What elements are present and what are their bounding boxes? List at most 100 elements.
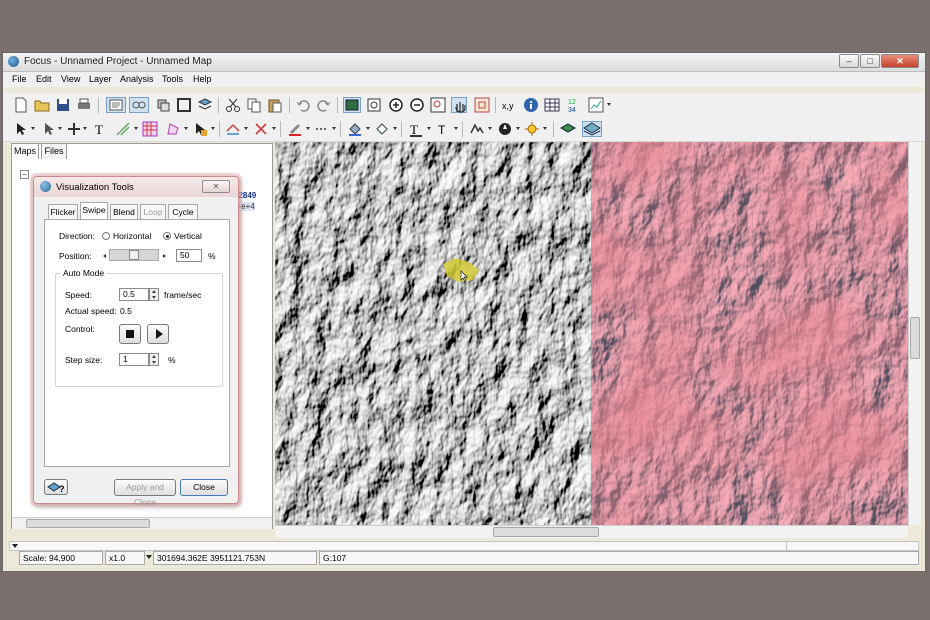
menu-analysis[interactable]: Analysis xyxy=(120,74,154,84)
vertical-radio[interactable] xyxy=(163,232,171,240)
font-tool-icon[interactable]: T xyxy=(408,121,424,137)
tab-blend[interactable]: Blend xyxy=(110,204,138,220)
fill-arrow-dropdown[interactable] xyxy=(211,127,215,130)
line-color-dropdown[interactable] xyxy=(306,127,310,130)
move-icon[interactable] xyxy=(66,121,82,137)
tab-maps[interactable]: Maps xyxy=(11,143,39,159)
tab-cycle[interactable]: Cycle xyxy=(168,204,198,220)
zoom-window-icon[interactable] xyxy=(366,97,382,113)
play-button[interactable] xyxy=(147,324,169,344)
collapse-arrow-icon[interactable] xyxy=(12,544,18,548)
undo-icon[interactable] xyxy=(295,97,311,113)
paste-icon[interactable] xyxy=(267,97,283,113)
text-style-icon[interactable]: T xyxy=(435,121,451,137)
map-vertical-scrollbar[interactable] xyxy=(908,142,921,525)
measure-tool-dropdown[interactable] xyxy=(244,127,248,130)
fill-color-dropdown[interactable] xyxy=(366,127,370,130)
tab-loop[interactable]: Loop xyxy=(140,204,166,220)
tab-swipe[interactable]: Swipe xyxy=(80,202,108,220)
frame-icon[interactable] xyxy=(176,97,192,113)
pan-hand-icon[interactable] xyxy=(451,97,467,113)
polygon-tool-dropdown[interactable] xyxy=(184,127,188,130)
edit-vertex-icon[interactable] xyxy=(115,121,131,137)
menu-tools[interactable]: Tools xyxy=(162,74,183,84)
new-file-icon[interactable] xyxy=(13,97,29,113)
link-tool-icon[interactable] xyxy=(129,97,149,113)
cross-tool-icon[interactable] xyxy=(253,121,269,137)
dialog-title-bar[interactable]: Visualization Tools ✕ xyxy=(34,177,238,197)
dialog-close-x-button[interactable]: ✕ xyxy=(202,180,230,193)
tab-files[interactable]: Files xyxy=(41,143,67,159)
north-arrow-icon[interactable] xyxy=(497,121,513,137)
highlight-tool-icon[interactable] xyxy=(524,121,540,137)
horizontal-radio[interactable] xyxy=(102,232,110,240)
maximize-button[interactable]: □ xyxy=(860,54,880,68)
tab-flicker[interactable]: Flicker xyxy=(48,204,78,220)
panel-scroll-thumb[interactable] xyxy=(26,519,150,528)
copy-icon[interactable] xyxy=(246,97,262,113)
pointer-icon[interactable] xyxy=(41,121,57,137)
move-dropdown[interactable] xyxy=(83,127,87,130)
step-size-input[interactable]: 1 xyxy=(119,353,149,366)
line-style-icon[interactable] xyxy=(314,121,330,137)
zoom-out-icon[interactable] xyxy=(409,97,425,113)
cut-icon[interactable] xyxy=(225,97,241,113)
xy-coordinates-icon[interactable]: x,y xyxy=(501,97,517,113)
apply-and-close-button[interactable]: Apply and Close xyxy=(114,479,176,507)
font-tool-dropdown[interactable] xyxy=(427,127,431,130)
measure-tool-icon[interactable] xyxy=(225,121,241,137)
map-vscroll-thumb[interactable] xyxy=(910,317,920,359)
numbers-icon[interactable]: 12 34 xyxy=(567,97,583,113)
north-arrow-dropdown[interactable] xyxy=(516,127,520,130)
info-icon[interactable] xyxy=(523,97,539,113)
fill-color-icon[interactable] xyxy=(347,121,363,137)
layer-visibility-icon[interactable] xyxy=(560,121,576,137)
close-button[interactable]: Close xyxy=(180,479,228,496)
step-size-spinner[interactable] xyxy=(149,353,159,366)
symbol-tool-icon[interactable] xyxy=(469,121,485,137)
minimize-button[interactable]: – xyxy=(839,54,859,68)
position-slider-thumb[interactable] xyxy=(129,250,139,260)
zoom-extents-icon[interactable] xyxy=(343,97,361,113)
symbol-tool-dropdown[interactable] xyxy=(488,127,492,130)
menu-file[interactable]: File xyxy=(12,74,27,84)
polygon-tool-icon[interactable] xyxy=(165,121,181,137)
position-slider-track[interactable] xyxy=(109,249,159,261)
print-icon[interactable] xyxy=(76,97,92,113)
panel-horizontal-scrollbar[interactable] xyxy=(12,517,272,529)
menu-view[interactable]: View xyxy=(61,74,80,84)
cross-tool-dropdown[interactable] xyxy=(272,127,276,130)
select-dropdown[interactable] xyxy=(31,127,35,130)
paint-bucket-dropdown[interactable] xyxy=(393,127,397,130)
table-grid-icon[interactable] xyxy=(544,97,560,113)
map-view[interactable] xyxy=(275,142,908,525)
chart-tool-icon[interactable] xyxy=(588,97,604,113)
open-folder-icon[interactable] xyxy=(34,97,50,113)
fill-arrow-icon[interactable] xyxy=(192,121,208,137)
layers-copy-icon[interactable] xyxy=(155,97,171,113)
report-tool-icon[interactable] xyxy=(106,97,126,113)
tree-expand-toggle[interactable]: − xyxy=(20,170,29,179)
menu-layer[interactable]: Layer xyxy=(89,74,112,84)
position-input[interactable]: 50 xyxy=(176,249,202,262)
zoom-dropdown-icon[interactable] xyxy=(146,555,152,559)
highlight-tool-dropdown[interactable] xyxy=(543,127,547,130)
visualization-tools-icon[interactable] xyxy=(582,121,602,137)
text-tool-icon[interactable]: T xyxy=(92,121,108,137)
speed-input[interactable]: 0.5 xyxy=(119,288,149,301)
redo-icon[interactable] xyxy=(316,97,332,113)
title-bar[interactable]: Focus - Unnamed Project - Unnamed Map – … xyxy=(3,53,925,72)
chart-tool-dropdown[interactable] xyxy=(607,103,611,106)
stop-button[interactable] xyxy=(119,324,141,344)
overview-icon[interactable] xyxy=(474,97,490,113)
select-arrow-icon[interactable] xyxy=(13,121,29,137)
slider-left-arrow-icon[interactable] xyxy=(103,254,106,258)
layer-stack-icon[interactable] xyxy=(197,97,213,113)
text-style-dropdown[interactable] xyxy=(454,127,458,130)
pointer-dropdown[interactable] xyxy=(58,127,62,130)
save-icon[interactable] xyxy=(55,97,71,113)
menu-edit[interactable]: Edit xyxy=(36,74,52,84)
help-button[interactable]: ? xyxy=(44,479,68,495)
zoom-box-icon[interactable] xyxy=(430,97,446,113)
speed-spinner[interactable] xyxy=(149,288,159,301)
